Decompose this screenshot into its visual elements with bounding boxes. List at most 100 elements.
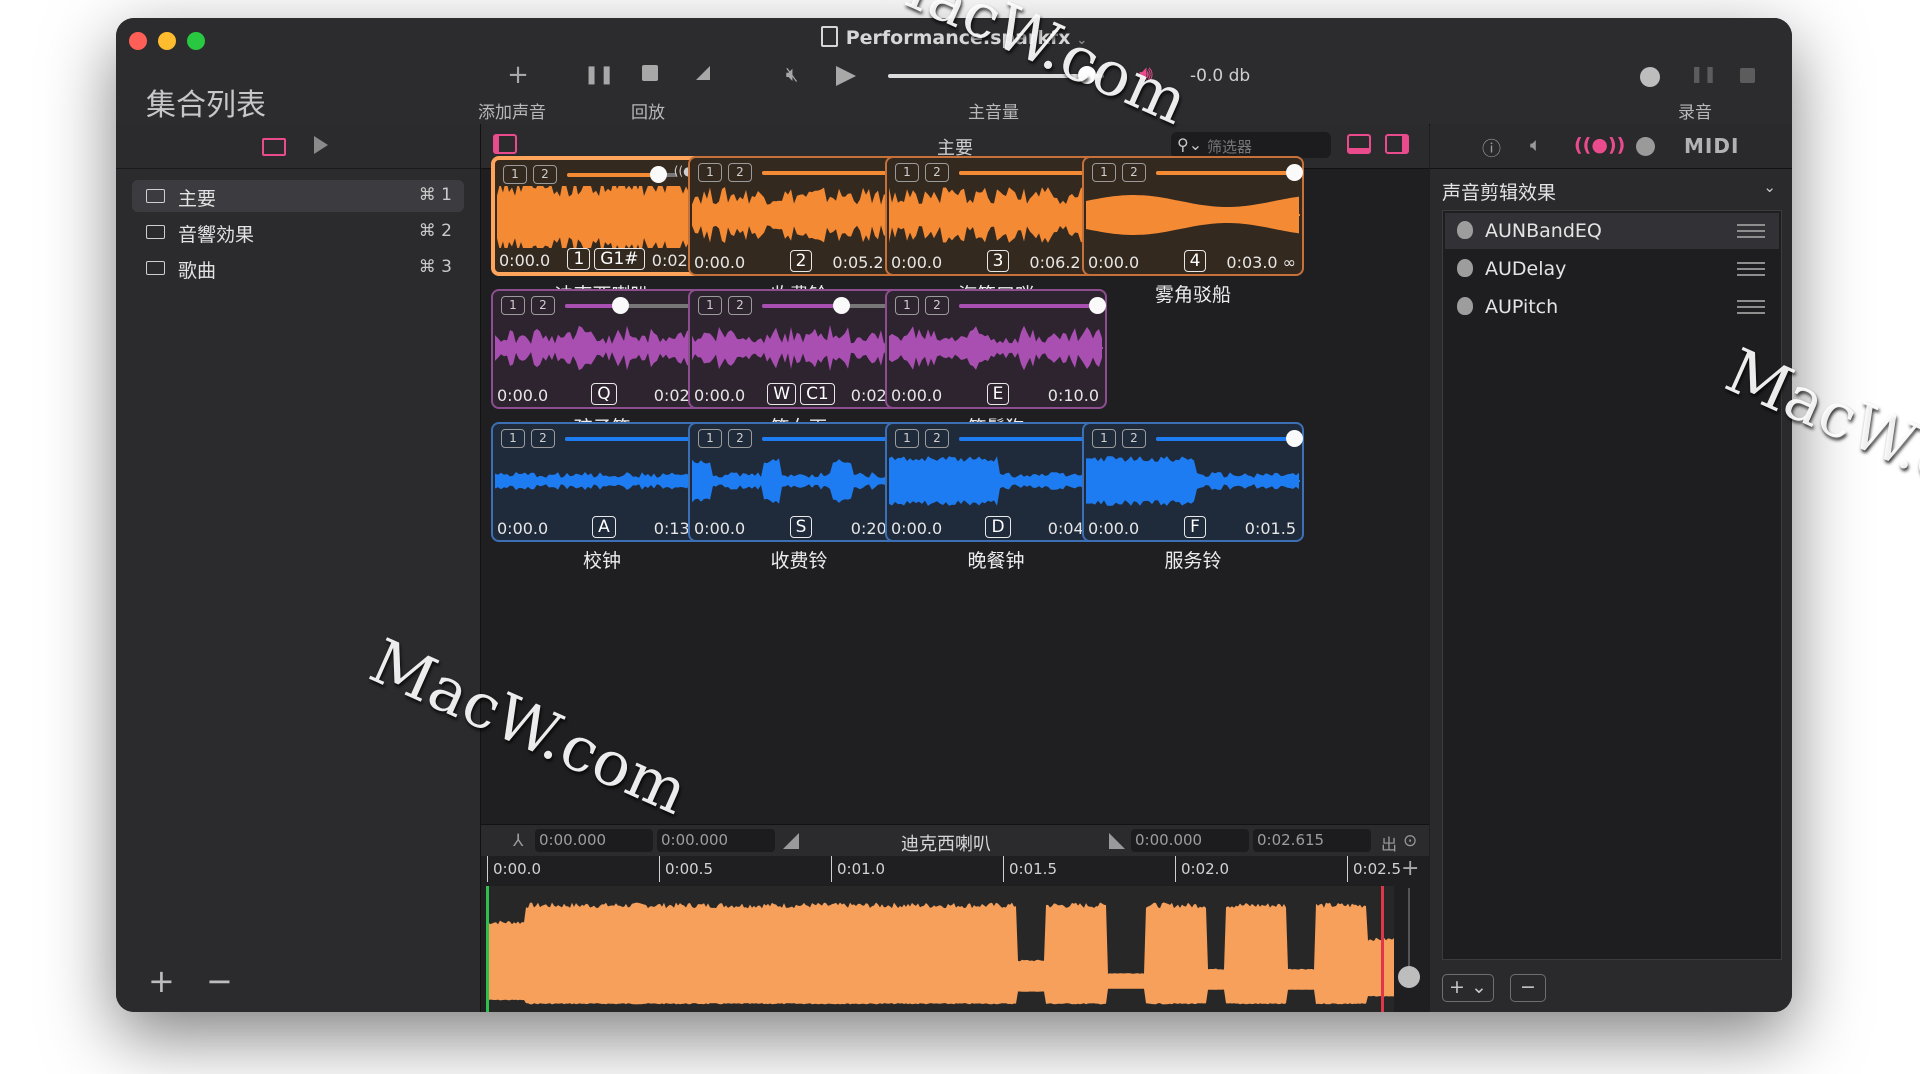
tile-volume-knob[interactable]	[650, 166, 668, 183]
zoom-slider-knob[interactable]	[1398, 966, 1420, 988]
tile-volume-slider[interactable]	[1156, 430, 1303, 447]
add-effect-button[interactable]: + ⌄	[1442, 974, 1494, 1002]
output-chip[interactable]: 2	[728, 429, 752, 448]
right-panel-toggle-icon[interactable]	[1385, 134, 1409, 154]
sound-tile[interactable]: 1 2 0:00.0 0:03.0 ∞ 4	[1082, 156, 1304, 276]
play-icon[interactable]	[836, 66, 856, 86]
output-chip[interactable]: 1	[501, 429, 525, 448]
record-pause-icon[interactable]: ❚❚	[1690, 64, 1717, 83]
stop-icon[interactable]	[642, 65, 658, 81]
fade-out-field[interactable]: 0:00.000	[1131, 829, 1249, 852]
fade-in-shape-icon[interactable]	[783, 833, 799, 849]
folder-icon[interactable]	[262, 138, 286, 156]
zoom-in-icon[interactable]: +	[1401, 856, 1419, 881]
tile-volume-knob[interactable]	[612, 297, 630, 314]
plus-icon[interactable]: +	[506, 60, 530, 90]
sidebar-item-sound-effects[interactable]: 音響効果 ⌘ 2	[132, 216, 464, 248]
tile-volume-slider[interactable]	[959, 297, 1106, 314]
tile-volume-slider[interactable]	[762, 297, 900, 314]
output-chip[interactable]: 1	[698, 429, 722, 448]
editor-waveform[interactable]	[486, 886, 1394, 1012]
output-chip[interactable]: 2	[728, 296, 752, 315]
record-settings-icon[interactable]	[1636, 137, 1655, 156]
output-chip[interactable]: 1	[503, 165, 527, 184]
sound-tile[interactable]: 1 2 0:00.0 0:01.5 F	[1082, 422, 1304, 542]
fade-out-shape-icon[interactable]	[1109, 833, 1125, 849]
filter-input[interactable]: ⚲⌄ 筛选器	[1171, 132, 1331, 158]
end-marker[interactable]	[1381, 886, 1384, 1012]
sound-tile[interactable]: 1 2 0:00.0 0:02.4 W C1	[688, 289, 910, 409]
tile-volume-slider[interactable]	[762, 164, 909, 181]
output-chip[interactable]: 2	[531, 296, 555, 315]
sound-tile[interactable]: 1 2 0:00.0 0:04.7 D	[885, 422, 1107, 542]
info-icon[interactable]: ⓘ	[1482, 134, 1501, 161]
tile-volume-knob[interactable]	[1286, 164, 1303, 181]
tile-volume-knob[interactable]	[1286, 430, 1303, 447]
tile-volume-slider[interactable]	[959, 164, 1106, 181]
output-chip[interactable]: 2	[533, 165, 557, 184]
remove-set-button[interactable]: −	[206, 962, 233, 1000]
end-time-field[interactable]: 0:02.615	[1253, 829, 1371, 852]
start-marker[interactable]	[486, 886, 489, 1012]
sound-tile[interactable]: 1 2 0:00.0 0:06.2 ∞ 3	[885, 156, 1107, 276]
sliders-icon[interactable]	[1737, 222, 1765, 240]
export-icon[interactable]: 出	[1381, 831, 1397, 855]
midi-icon[interactable]: MIDI	[1684, 134, 1739, 158]
sound-tile[interactable]: 1 2 0:00.0 0:02.2 Q	[491, 289, 713, 409]
output-chip[interactable]: 1	[1092, 429, 1116, 448]
sound-tile[interactable]: 1 2 0:00.0 0:20.1 S	[688, 422, 910, 542]
fade-in-icon[interactable]: ⅄	[513, 831, 523, 851]
fade-in-field[interactable]: 0:00.000	[657, 829, 775, 852]
output-chip[interactable]: 1	[895, 163, 919, 182]
pause-icon[interactable]: ❚❚	[584, 64, 614, 85]
output-chip[interactable]: 2	[925, 163, 949, 182]
sliders-icon[interactable]	[1737, 298, 1765, 316]
mute-icon[interactable]: 🔇︎	[781, 62, 803, 86]
output-chip[interactable]: 2	[1122, 163, 1146, 182]
sidebar-item-songs[interactable]: 歌曲 ⌘ 3	[132, 252, 464, 284]
tile-volume-slider[interactable]	[762, 430, 909, 447]
effects-icon[interactable]: ((●))	[1574, 134, 1625, 156]
tile-volume-slider[interactable]	[567, 166, 677, 183]
sidebar-item-main[interactable]: 主要 ⌘ 1	[132, 180, 464, 212]
tile-volume-slider[interactable]	[959, 430, 1106, 447]
tile-volume-knob[interactable]	[1089, 297, 1106, 314]
effect-item[interactable]: AUNBandEQ	[1445, 213, 1779, 249]
output-chip[interactable]: 2	[925, 429, 949, 448]
effect-item[interactable]: AUPitch	[1445, 289, 1779, 325]
sound-tile[interactable]: 12((●))0:00.00:02.61G1#	[491, 156, 713, 276]
output-chip[interactable]: 1	[1092, 163, 1116, 182]
add-sound-label[interactable]: 添加声音	[478, 98, 546, 123]
sound-tile[interactable]: 1 2 0:00.0 0:13.8 A	[491, 422, 713, 542]
output-chip[interactable]: 2	[1122, 429, 1146, 448]
remove-effect-button[interactable]: −	[1510, 974, 1546, 1002]
play-icon[interactable]	[314, 136, 328, 154]
effect-item[interactable]: AUDelay	[1445, 251, 1779, 287]
tile-volume-slider[interactable]	[1156, 164, 1303, 181]
chevron-down-icon[interactable]: ⌄	[1763, 178, 1776, 196]
volume-icon[interactable]: 🔈︎	[1530, 134, 1541, 156]
sound-tile[interactable]: 1 2 0:00.0 0:10.0 E	[885, 289, 1107, 409]
output-chip[interactable]: 1	[698, 296, 722, 315]
tile-volume-slider[interactable]	[565, 297, 703, 314]
sound-tile[interactable]: 1 2 0:00.0 0:05.2 ∞ 2	[688, 156, 910, 276]
timeline-ruler[interactable]: 0:00.0 0:00.5 0:01.0 0:01.5 0:02.0 0:02.5	[481, 856, 1429, 884]
output-chip[interactable]: 2	[925, 296, 949, 315]
tile-name: 服务铃	[1164, 550, 1222, 572]
start-time-field[interactable]: 0:00.000	[535, 829, 653, 852]
tile-volume-slider[interactable]	[565, 430, 712, 447]
add-set-button[interactable]: +	[148, 962, 175, 1000]
more-options-icon[interactable]: ⊙	[1403, 831, 1417, 851]
output-chip[interactable]: 1	[895, 296, 919, 315]
tile-volume-knob[interactable]	[832, 297, 850, 314]
sliders-icon[interactable]	[1737, 260, 1765, 278]
output-chip[interactable]: 1	[895, 429, 919, 448]
output-chip[interactable]: 1	[698, 163, 722, 182]
output-chip[interactable]: 2	[728, 163, 752, 182]
fade-icon[interactable]	[696, 66, 710, 80]
bottom-panel-toggle-icon[interactable]	[1347, 134, 1371, 154]
record-stop-icon[interactable]	[1740, 68, 1755, 83]
record-icon[interactable]	[1640, 67, 1660, 87]
output-chip[interactable]: 1	[501, 296, 525, 315]
output-chip[interactable]: 2	[531, 429, 555, 448]
